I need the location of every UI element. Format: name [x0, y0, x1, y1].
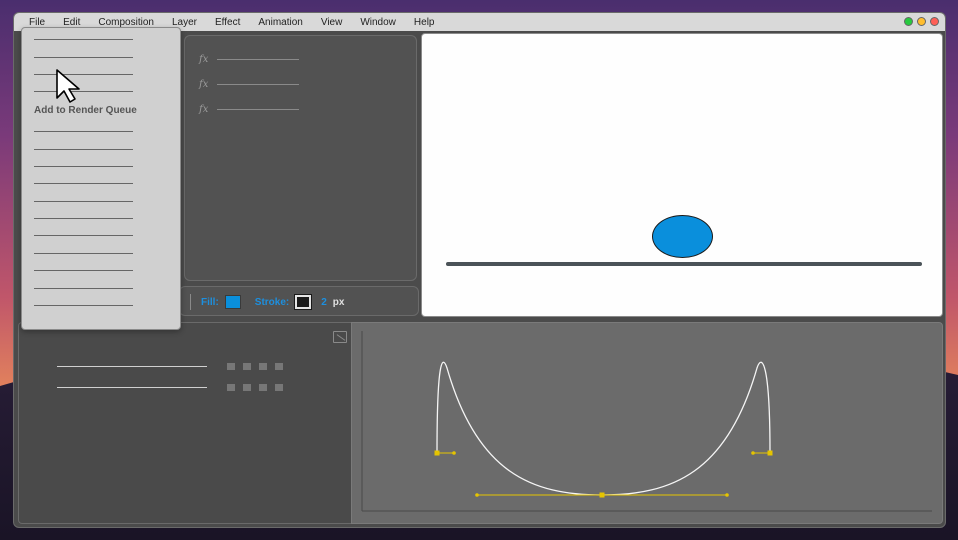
layer-row[interactable] — [57, 384, 291, 391]
graph-editor-toggle-icon[interactable] — [333, 331, 347, 343]
maximize-button[interactable] — [904, 17, 913, 26]
stroke-label: Stroke: — [254, 296, 290, 308]
fill-label: Fill: — [201, 296, 219, 308]
effect-row[interactable]: fx — [199, 79, 299, 90]
menu-window[interactable]: Window — [360, 17, 396, 28]
bezier-handle[interactable] — [475, 493, 479, 497]
effect-placeholder-line — [217, 59, 299, 60]
menu-item[interactable] — [34, 183, 133, 184]
menu-item[interactable] — [34, 149, 133, 150]
effect-row[interactable]: fx — [199, 54, 299, 65]
effect-placeholder-line — [217, 84, 299, 85]
keyframe-point[interactable] — [434, 450, 440, 456]
fx-icon: fx — [199, 104, 209, 115]
close-button[interactable] — [930, 17, 939, 26]
menu-item[interactable] — [34, 288, 133, 289]
ground-line — [446, 262, 922, 266]
menu-item[interactable] — [34, 201, 133, 202]
bezier-handle[interactable] — [452, 451, 456, 455]
keyframe-point[interactable] — [767, 450, 773, 456]
menu-item[interactable] — [34, 166, 133, 167]
keyframe[interactable] — [259, 384, 267, 391]
menu-help[interactable]: Help — [414, 17, 435, 28]
fill-color-swatch[interactable] — [224, 295, 241, 309]
graph-editor-canvas — [361, 331, 932, 512]
minimize-button[interactable] — [917, 17, 926, 26]
menu-composition[interactable]: Composition — [98, 17, 154, 28]
effect-row[interactable]: fx — [199, 104, 299, 115]
keyframe[interactable] — [243, 363, 251, 370]
keyframe-point[interactable] — [599, 492, 605, 498]
menu-item[interactable] — [34, 253, 133, 254]
effect-placeholder-line — [217, 109, 299, 110]
fx-icon: fx — [199, 54, 209, 65]
menu-effect[interactable]: Effect — [215, 17, 240, 28]
keyframe[interactable] — [243, 384, 251, 391]
timeline-panel — [18, 322, 354, 524]
stroke-color-swatch[interactable] — [294, 294, 313, 310]
menu-item[interactable] — [34, 305, 133, 306]
keyframe[interactable] — [275, 363, 283, 370]
menu-edit[interactable]: Edit — [63, 17, 80, 28]
keyframe[interactable] — [259, 363, 267, 370]
menu-item[interactable] — [34, 57, 133, 58]
fx-icon: fx — [199, 79, 209, 90]
menu-animation[interactable]: Animation — [258, 17, 302, 28]
menu-layer[interactable]: Layer — [172, 17, 197, 28]
divider — [190, 294, 191, 310]
menu-item[interactable] — [34, 270, 133, 271]
ball-shape[interactable] — [652, 215, 713, 258]
bezier-handle[interactable] — [725, 493, 729, 497]
keyframe[interactable] — [227, 363, 235, 370]
composition-viewer[interactable] — [421, 33, 943, 317]
menu-item[interactable] — [34, 218, 133, 219]
properties-bar: Fill: Stroke: 2 px — [179, 286, 419, 316]
layer-name-line — [57, 387, 207, 388]
menu-view[interactable]: View — [321, 17, 343, 28]
bezier-handle[interactable] — [751, 451, 755, 455]
layer-row[interactable] — [57, 363, 291, 370]
menu-item[interactable] — [34, 235, 133, 236]
keyframe[interactable] — [275, 384, 283, 391]
menu-item[interactable] — [34, 39, 133, 40]
window-controls — [904, 17, 939, 26]
stroke-width-unit: px — [332, 296, 345, 308]
graph-editor[interactable] — [351, 322, 943, 524]
menu-item[interactable] — [34, 131, 133, 132]
motion-curve[interactable] — [436, 361, 771, 496]
menu-item-add-to-render-queue[interactable]: Add to Render Queue — [34, 105, 137, 116]
keyframe[interactable] — [227, 384, 235, 391]
file-menu-dropdown: Add to Render Queue — [21, 27, 181, 330]
menu-file[interactable]: File — [29, 17, 45, 28]
mouse-pointer-icon — [56, 69, 80, 103]
effects-panel: fx fx fx — [184, 35, 417, 281]
stroke-width-value[interactable]: 2 — [321, 297, 327, 308]
layer-name-line — [57, 366, 207, 367]
